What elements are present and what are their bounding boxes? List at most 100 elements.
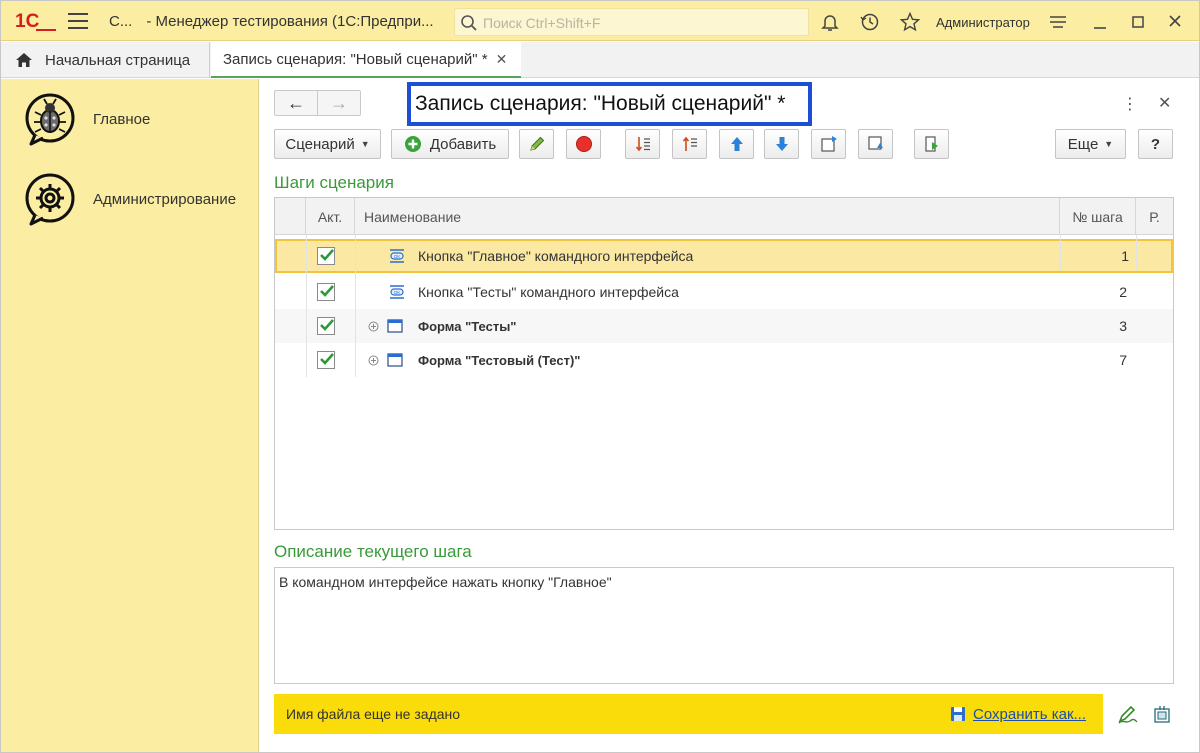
header-marker-column <box>275 198 306 235</box>
svg-text:1С: 1С <box>15 11 40 32</box>
active-checkbox[interactable] <box>317 343 335 377</box>
search-input[interactable]: Поиск Ctrl+Shift+F <box>454 8 809 36</box>
sort-down-icon <box>635 137 650 152</box>
move-up-button[interactable] <box>719 129 754 159</box>
run-icon <box>924 136 938 152</box>
import-down-icon <box>867 136 883 150</box>
bell-icon[interactable] <box>819 11 841 33</box>
description-section-title: Описание текущего шага <box>274 542 472 561</box>
step-number: 2 <box>1119 284 1127 300</box>
sort-descending-button[interactable] <box>625 129 660 159</box>
back-button[interactable]: ← <box>275 91 317 115</box>
sort-ascending-button[interactable] <box>672 129 707 159</box>
save-as-link[interactable]: Сохранить как... <box>950 706 1086 723</box>
scenario-menu-button[interactable]: Сценарий ▼ <box>274 129 381 159</box>
user-name[interactable]: Администратор <box>936 15 1030 30</box>
chevron-down-icon: ▼ <box>1104 139 1114 149</box>
sidebar-item-admin-label: Администрирование <box>93 190 237 208</box>
more-button[interactable]: Еще ▼ <box>1055 129 1126 159</box>
tab-home[interactable]: Начальная страница <box>1 42 210 78</box>
more-button-label: Еще <box>1067 135 1099 153</box>
button-step-icon: OK <box>387 241 407 271</box>
navigation-buttons: ← → <box>274 90 361 116</box>
move-down-button[interactable] <box>764 129 799 159</box>
steps-section-title: Шаги сценария <box>274 173 394 192</box>
minimize-icon[interactable] <box>1088 11 1112 33</box>
steps-table[interactable]: Акт. Наименование № шага Р. OK Кнопка "Г… <box>274 197 1174 530</box>
maximize-icon[interactable] <box>1126 11 1150 33</box>
step-name: Кнопка "Главное" командного интерфейса <box>418 248 694 264</box>
tab-close-icon[interactable]: ✕ <box>496 51 508 68</box>
export-up-icon <box>820 136 837 152</box>
column-divider <box>1136 235 1137 269</box>
settings-menu-icon[interactable] <box>1046 11 1070 33</box>
table-row[interactable]: OK Кнопка "Главное" командного интерфейс… <box>275 239 1173 273</box>
header-r[interactable]: Р. <box>1136 198 1173 235</box>
main-menu-icon[interactable] <box>68 13 88 29</box>
tab-home-label: Начальная страница <box>45 51 191 69</box>
close-window-icon[interactable] <box>1163 11 1187 33</box>
svg-text:OK: OK <box>394 254 401 259</box>
add-button-label: Добавить <box>429 135 497 153</box>
search-icon <box>461 15 477 31</box>
app-window: 1С С... - Менеджер тестирования (1С:Предп… <box>0 0 1200 753</box>
more-options-icon[interactable]: ⋮ <box>1122 94 1138 114</box>
step-name: Кнопка "Тесты" командного интерфейса <box>418 284 679 300</box>
edit-button[interactable] <box>519 129 554 159</box>
help-button[interactable]: ? <box>1138 129 1173 159</box>
step-description-field[interactable]: В командном интерфейсе нажать кнопку "Гл… <box>274 567 1174 684</box>
file-status-message: Имя файла еще не задано <box>286 706 461 722</box>
sidebar-item-main[interactable]: Главное <box>23 91 150 147</box>
record-button[interactable] <box>566 129 601 159</box>
step-number: 3 <box>1119 318 1127 334</box>
expand-icon[interactable] <box>368 309 379 343</box>
file-status-bar: Имя файла еще не задано Сохранить как... <box>274 694 1103 734</box>
star-icon[interactable] <box>899 11 921 33</box>
floppy-disk-icon <box>951 707 965 721</box>
step-number: 7 <box>1119 352 1127 368</box>
window-title: С... - Менеджер тестирования (1С:Предпри.… <box>109 13 434 30</box>
form-content: ← → Запись сценария: "Новый сценарий" * … <box>260 79 1199 752</box>
table-header: Акт. Наименование № шага Р. <box>275 198 1173 235</box>
chevron-down-icon: ▼ <box>360 139 370 149</box>
1c-logo[interactable]: 1С <box>15 10 57 32</box>
bug-icon <box>25 93 75 146</box>
table-row[interactable]: Форма "Тестовый (Тест)" 7 <box>275 343 1173 377</box>
run-button[interactable] <box>914 129 949 159</box>
active-checkbox[interactable] <box>317 275 335 309</box>
sidebar-item-main-label: Главное <box>93 110 151 128</box>
column-divider <box>355 235 356 377</box>
step-number: 1 <box>1121 248 1129 264</box>
add-button[interactable]: Добавить <box>391 129 509 159</box>
history-icon[interactable] <box>859 11 881 33</box>
save-as-label: Сохранить как... <box>973 705 1087 723</box>
column-divider <box>1060 235 1061 269</box>
step-name: Форма "Тесты" <box>418 318 517 334</box>
active-checkbox[interactable] <box>317 309 335 343</box>
sidebar: Главное Администрирование <box>1 79 259 752</box>
tab-scenario-record[interactable]: Запись сценария: "Новый сценарий" * ✕ <box>211 42 521 78</box>
window-title-main: - Менеджер тестирования (1С:Предпри... <box>146 13 434 30</box>
sidebar-item-administration[interactable]: Администрирование <box>23 171 236 227</box>
forward-button[interactable]: → <box>317 91 360 115</box>
header-name[interactable]: Наименование <box>355 198 1060 235</box>
close-form-icon[interactable]: ✕ <box>1158 93 1171 113</box>
tab-scenario-label: Запись сценария: "Новый сценарий" * <box>223 50 488 68</box>
table-row[interactable]: OK Кнопка "Тесты" командного интерфейса … <box>275 275 1173 309</box>
move-out-button[interactable] <box>811 129 846 159</box>
window-title-short: С... <box>109 13 133 30</box>
sign-edit-icon[interactable] <box>1117 705 1139 725</box>
export-file-icon[interactable] <box>1152 705 1172 725</box>
arrow-up-icon <box>730 137 743 151</box>
expand-icon[interactable] <box>368 343 379 377</box>
home-icon <box>16 53 32 67</box>
form-step-icon <box>387 343 403 377</box>
table-row[interactable]: Форма "Тесты" 3 <box>275 309 1173 343</box>
move-in-button[interactable] <box>858 129 893 159</box>
sort-up-icon <box>682 136 697 151</box>
title-bar: 1С С... - Менеджер тестирования (1С:Предп… <box>1 1 1199 41</box>
header-step-number[interactable]: № шага <box>1060 198 1136 235</box>
record-icon <box>575 136 592 152</box>
header-active[interactable]: Акт. <box>306 198 355 235</box>
active-checkbox[interactable] <box>317 241 335 271</box>
